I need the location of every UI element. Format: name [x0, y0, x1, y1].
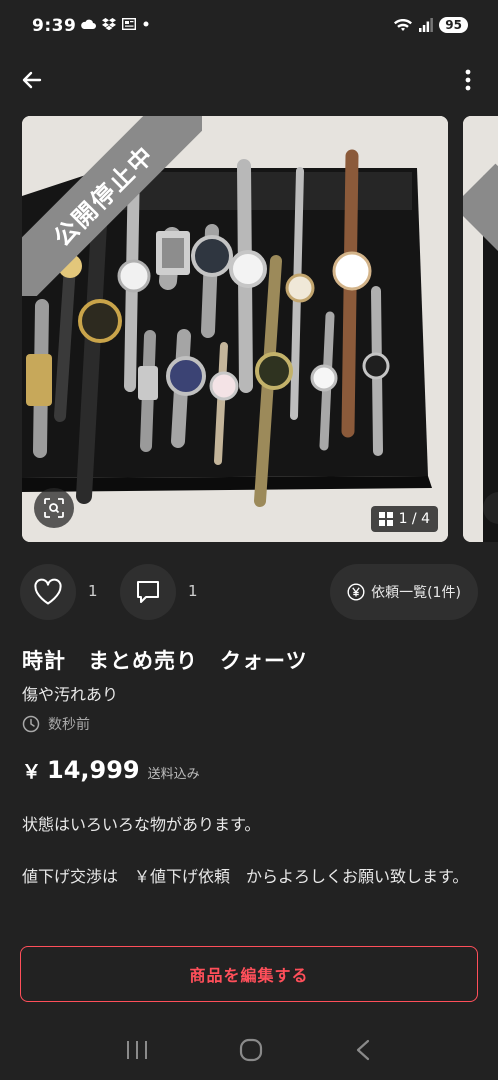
signal-icon: [419, 18, 434, 32]
yen-circle-icon: [347, 583, 365, 601]
wifi-icon: [394, 19, 413, 31]
cloud-icon: [81, 19, 96, 29]
battery-indicator: 95: [439, 17, 468, 33]
shipping-note: 送料込み: [147, 767, 200, 782]
comment-count: 1: [188, 582, 198, 600]
status-ribbon: 公開停止中: [22, 116, 202, 296]
image-gallery[interactable]: 公開停止中 1 / 4: [22, 116, 498, 542]
like-button[interactable]: [20, 564, 76, 620]
product-description: 状態はいろいろな物があります。 値下げ交渉は ￥値下げ依頼 からよろしくお願い致…: [22, 812, 478, 916]
product-title: 時計 まとめ売り クォーツ: [22, 649, 308, 673]
posted-time: 数秒前: [48, 717, 90, 733]
comment-icon: [137, 581, 159, 603]
back-arrow-icon: [22, 71, 42, 89]
clock-icon: [22, 715, 40, 733]
request-list-label: 依頼一覧(1件): [371, 585, 461, 601]
grid-icon: [378, 512, 393, 526]
price-currency: ￥: [22, 761, 42, 783]
notification-icons: [80, 18, 150, 30]
price-value: 14,999: [47, 756, 140, 784]
edit-item-button[interactable]: 商品を編集する: [20, 946, 478, 1002]
comment-button[interactable]: [120, 564, 176, 620]
more-options-button[interactable]: [458, 64, 478, 96]
request-list-button[interactable]: 依頼一覧(1件): [330, 564, 478, 620]
posted-time-row: 数秒前: [22, 714, 90, 734]
back-nav-icon[interactable]: [353, 1038, 373, 1062]
system-icons: 95: [393, 17, 468, 33]
more-vertical-icon: [465, 69, 471, 91]
next-photo-image: [463, 116, 498, 542]
image-counter: 1 / 4: [370, 506, 438, 532]
system-nav-bar: [0, 1020, 498, 1080]
description-line: 状態はいろいろな物があります。: [22, 815, 261, 834]
zoom-button[interactable]: [34, 488, 74, 528]
home-icon[interactable]: [238, 1037, 264, 1063]
status-time: 9:39: [32, 16, 77, 36]
dropbox-icon: [102, 18, 116, 30]
recent-apps-icon[interactable]: [125, 1039, 149, 1061]
image-counter-text: 1 / 4: [398, 511, 430, 527]
like-count: 1: [88, 582, 98, 600]
next-photo-preview[interactable]: [463, 116, 498, 542]
product-photo[interactable]: 公開停止中 1 / 4: [22, 116, 448, 542]
status-bar: 9:39 95: [0, 0, 498, 56]
back-button[interactable]: [16, 64, 48, 96]
news-icon: [122, 18, 136, 30]
description-line: 値下げ交渉は ￥値下げ依頼 からよろしくお願い致します。: [22, 867, 469, 886]
action-row: 1 1 依頼一覧(1件): [20, 562, 478, 622]
status-ribbon-wrapper: 公開停止中: [22, 116, 202, 296]
heart-icon: [34, 578, 62, 605]
dot-icon: [143, 21, 149, 27]
price-row: ￥ 14,999 送料込み: [22, 756, 200, 784]
product-condition: 傷や汚れあり: [22, 685, 119, 704]
zoom-search-icon: [44, 498, 64, 518]
